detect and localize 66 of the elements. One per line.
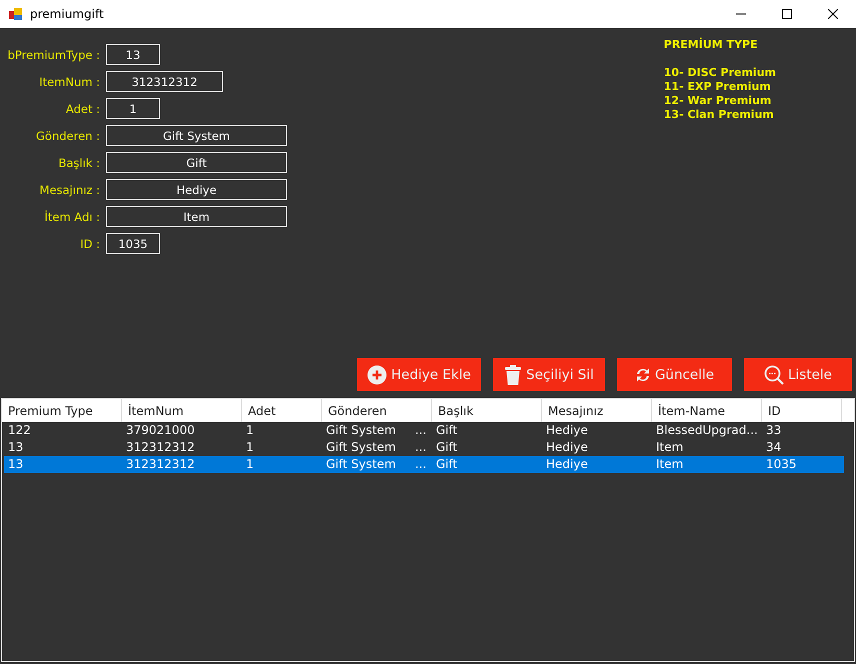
legend-line: 12- War Premium (664, 94, 772, 108)
table-row[interactable]: 122 379021000 1 Gift System ... Gift Hediye BlessedUpgrad... 33 (4, 422, 844, 439)
field-label: Gönderen : (35, 128, 100, 142)
table-cell-text: 379021000 (125, 422, 196, 439)
field-label: ID : (79, 236, 100, 250)
table-cell-text: Gift System ... (325, 456, 428, 473)
refresh-button[interactable]: Güncelle (617, 358, 732, 391)
plus-icon (367, 364, 388, 384)
table-cell-text: 122 (7, 422, 32, 439)
table-cell-text: Gift (435, 439, 458, 456)
table-cell-text: Hediye (545, 439, 589, 456)
column-header[interactable]: İtemNum (122, 399, 242, 422)
table-cell-text: 34 (765, 439, 782, 456)
input-field[interactable]: 13 (106, 44, 160, 65)
window-title: premiumgift (30, 7, 105, 21)
table-cell-text: 1035 (765, 456, 798, 473)
table-cell-text: Hediye (545, 456, 589, 473)
add-button[interactable]: Hediye Ekle (357, 358, 481, 391)
column-header[interactable]: Başlık (432, 399, 542, 422)
refresh-icon (634, 366, 651, 382)
legend-line: 13- Clan Premium (664, 108, 775, 122)
table-cell-text: Gift (435, 422, 458, 439)
search-button[interactable]: Listele (744, 358, 852, 391)
table-cell-text: Item (655, 456, 684, 473)
table-cell-text: Gift System ... (325, 422, 428, 439)
table-cell-text: Hediye (545, 422, 589, 439)
legend-title: PREMİUM TYPE (664, 38, 759, 52)
trash-icon (504, 364, 522, 384)
field-label: Mesajınız : (38, 182, 100, 196)
field-label: Adet : (64, 102, 100, 116)
column-header[interactable]: Gönderen (322, 399, 432, 422)
table-row[interactable]: 13 312312312 1 Gift System ... Gift Hediye Item 34 (4, 439, 844, 456)
field-label: Başlık : (57, 156, 100, 170)
table-cell-text: 1 (245, 456, 255, 473)
input-field[interactable]: 1035 (106, 233, 160, 254)
table-cell-text: 1 (245, 439, 255, 456)
input-field[interactable]: Item (106, 206, 287, 227)
table-cell-text: 1 (245, 422, 255, 439)
table-cell-text: Gift System ... (325, 439, 428, 456)
table-cell-text: Gift (435, 456, 458, 473)
app-icon (8, 6, 24, 22)
table-cell-text: 312312312 (125, 456, 196, 473)
field-label: ItemNum : (38, 74, 100, 88)
column-header[interactable]: Adet (242, 399, 322, 422)
input-field[interactable]: Gift System (106, 125, 287, 146)
field-label: bPremiumType : (6, 48, 100, 62)
column-header[interactable]: Premium Type (2, 399, 122, 422)
column-header[interactable]: Mesajınız (542, 399, 652, 422)
input-field[interactable]: Gift (106, 152, 287, 173)
input-field[interactable]: Hediye (106, 179, 287, 200)
column-header[interactable]: ID (762, 399, 842, 422)
input-field[interactable]: 1 (106, 98, 160, 119)
search-icon (764, 364, 784, 384)
table-cell-text: 312312312 (125, 439, 196, 456)
table-cell-text: BlessedUpgrad... (655, 422, 759, 439)
table-cell-text: 13 (7, 439, 24, 456)
input-field[interactable]: 312312312 (106, 71, 223, 92)
table-cell-text: 33 (765, 422, 782, 439)
table-row[interactable]: 13 312312312 1 Gift System ... Gift Hediye Item 1035 (4, 456, 844, 473)
legend-line: 11- EXP Premium (664, 80, 772, 94)
column-header[interactable]: İtem-Name (652, 399, 762, 422)
delete-button[interactable]: Seçiliyi Sil (493, 358, 605, 391)
legend-line: 10- DISC Premium (664, 66, 776, 80)
field-label: İtem Adı : (43, 210, 100, 224)
table-cell-text: 13 (7, 456, 24, 473)
table-cell-text: Item (655, 439, 684, 456)
